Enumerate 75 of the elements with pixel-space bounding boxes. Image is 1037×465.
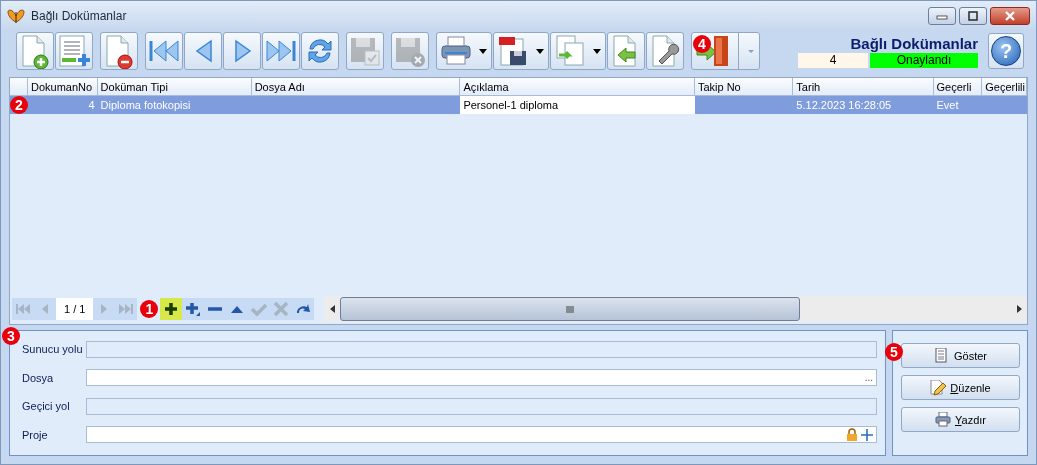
delete-document-button[interactable]	[100, 32, 138, 70]
restore-icon	[967, 10, 979, 21]
close-icon	[1004, 10, 1016, 21]
next-button[interactable]	[223, 32, 261, 70]
padlock-icon	[847, 428, 857, 442]
minimize-button[interactable]	[928, 6, 956, 25]
pdf-save-button[interactable]	[493, 32, 549, 70]
callout-badge: 5	[885, 343, 903, 361]
action-button[interactable]: Yazdır	[901, 407, 1020, 432]
column-header[interactable]: Açıklama	[460, 78, 695, 96]
last-record-icon	[118, 301, 135, 317]
column-header[interactable]: Doküman Tipi	[97, 78, 252, 96]
document-icon	[934, 347, 950, 364]
first-record-icon	[15, 301, 31, 317]
column-header[interactable]: Takip No	[694, 78, 794, 96]
scroll-right-icon	[1016, 305, 1022, 313]
callout-badge: 3	[2, 327, 20, 345]
field-label: Sunucu yolu	[22, 343, 84, 356]
exit-door-button[interactable]: 4	[691, 32, 760, 70]
caret-icon	[479, 48, 487, 54]
pencil-document-icon	[930, 379, 947, 396]
caret-icon	[747, 48, 755, 54]
callout-badge: 4	[693, 35, 711, 53]
wrench-document-button[interactable]	[646, 32, 684, 70]
input-field[interactable]	[86, 426, 877, 444]
printer-icon	[935, 411, 951, 428]
caret-icon	[593, 48, 601, 54]
column-header[interactable]: Tarih	[793, 78, 934, 96]
field-label: Dosya	[22, 371, 55, 384]
callout-badge: 1	[140, 300, 159, 318]
column-header[interactable]: Dosya Adı	[251, 78, 461, 96]
scrollbar-thumb[interactable]	[340, 297, 801, 321]
field-label: Geçici yol	[22, 400, 71, 413]
document-arrow-button[interactable]	[607, 32, 645, 70]
restore-button[interactable]	[959, 6, 987, 25]
input-field[interactable]: ...	[86, 369, 877, 387]
plus-corner-icon	[185, 301, 202, 317]
record-position: 1 / 1	[56, 298, 94, 320]
form-heading: Bağlı Dokümanlar	[850, 34, 978, 52]
plus-corner-button[interactable]	[182, 298, 205, 320]
butterfly-logo-icon	[7, 7, 25, 24]
cross-icon	[273, 301, 290, 317]
action-button[interactable]: Göster	[901, 343, 1020, 368]
plus-icon	[861, 428, 873, 441]
refresh-button[interactable]	[301, 32, 339, 70]
scroll-left-icon	[329, 305, 335, 313]
table-cell[interactable]	[694, 96, 794, 114]
record-count: 4	[798, 52, 868, 68]
last-record-button[interactable]	[262, 32, 300, 70]
close-button[interactable]	[990, 6, 1030, 25]
field-label: Proje	[22, 428, 49, 441]
browse-button[interactable]: ...	[864, 372, 873, 384]
caret-icon	[536, 48, 544, 54]
table-cell[interactable]	[251, 96, 461, 114]
plus-icon	[163, 301, 180, 317]
first-record-button[interactable]	[145, 32, 183, 70]
grip-icon	[566, 305, 575, 313]
horizontal-scrollbar[interactable]	[324, 296, 1027, 322]
previous-button[interactable]	[184, 32, 222, 70]
document-list-add-icon	[56, 33, 92, 69]
new-document-button[interactable]	[16, 32, 54, 70]
window-title: Bağlı Dokümanlar	[31, 8, 128, 23]
check-icon	[251, 301, 268, 317]
redo-arrow-button[interactable]	[292, 298, 315, 320]
table-cell[interactable]	[982, 96, 1027, 114]
column-header[interactable]: DokumanNo	[28, 78, 98, 96]
printer-button[interactable]	[436, 32, 492, 70]
table-cell[interactable]: Personel-1 diploma	[460, 96, 695, 114]
document-list-add-button[interactable]	[55, 32, 93, 70]
plus-button[interactable]	[160, 298, 183, 320]
action-button[interactable]: Düzenle	[901, 375, 1020, 400]
row-indicator-header	[10, 78, 28, 96]
status-label: Onaylandı	[870, 52, 978, 68]
column-header[interactable]: Geçerli	[933, 78, 983, 96]
column-header[interactable]: Geçerlili	[982, 78, 1027, 96]
